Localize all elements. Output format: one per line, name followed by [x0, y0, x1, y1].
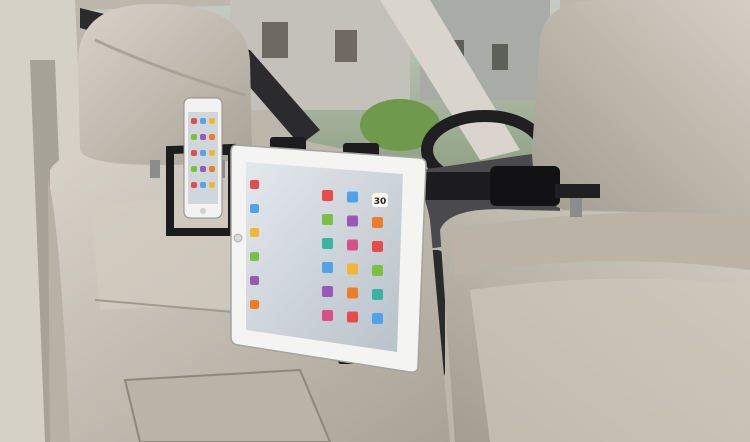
app-icon: [191, 134, 197, 140]
car-interior-photo: 30: [0, 0, 750, 442]
app-icon: [209, 134, 215, 140]
building-window: [492, 44, 508, 70]
app-icon: [372, 313, 383, 324]
app-icon: [322, 238, 333, 249]
app-icon: [191, 118, 197, 124]
app-icon: [191, 182, 197, 188]
app-icon: [372, 265, 383, 276]
app-icon: [209, 118, 215, 124]
app-icon: [250, 252, 259, 261]
phone: [183, 97, 223, 219]
app-icon: [372, 289, 383, 300]
app-icon: [372, 217, 383, 228]
app-icon: [209, 166, 215, 172]
right-headrest-post: [570, 195, 582, 217]
app-icon: [191, 166, 197, 172]
building-window: [262, 22, 288, 58]
app-icon: [200, 118, 206, 124]
app-icon: [347, 263, 358, 275]
tablet-badge: 30: [372, 193, 388, 207]
app-icon: [209, 182, 215, 188]
app-icon: [322, 214, 333, 225]
app-icon: [250, 204, 259, 213]
mount-arm-end: [555, 184, 600, 198]
tablet-home-button: [233, 233, 243, 243]
left-headrest: [78, 3, 252, 165]
right-headrest: [532, 0, 750, 215]
mount-arm-clamp: [490, 166, 560, 206]
headrest-post: [150, 160, 160, 178]
app-icon: [200, 134, 206, 140]
app-icon: [322, 286, 333, 297]
phone-home-button: [200, 208, 206, 214]
photo-canvas: 30: [0, 0, 750, 442]
building-window: [335, 30, 357, 62]
app-icon: [322, 190, 333, 201]
app-icon: [250, 276, 259, 285]
app-icon: [209, 150, 215, 156]
app-icon: [322, 262, 333, 273]
app-icon: [347, 239, 358, 251]
app-icon: [250, 300, 259, 309]
app-icon: [372, 241, 383, 252]
app-icon: [322, 310, 333, 321]
app-icon: [347, 215, 358, 227]
app-icon: [250, 180, 259, 189]
left-seat-pocket: [123, 368, 332, 442]
app-icon: [200, 166, 206, 172]
app-icon: [250, 228, 259, 237]
tablet: 30: [230, 137, 427, 373]
app-icon: [200, 150, 206, 156]
app-icon: [347, 287, 358, 299]
app-icon: [191, 150, 197, 156]
app-icon: [200, 182, 206, 188]
right-seat-inner-panel: [470, 278, 750, 442]
app-icon: [347, 191, 358, 203]
app-icon: [347, 311, 358, 323]
tablet-badge-number: 30: [374, 197, 387, 207]
phone-screen: [188, 112, 218, 204]
